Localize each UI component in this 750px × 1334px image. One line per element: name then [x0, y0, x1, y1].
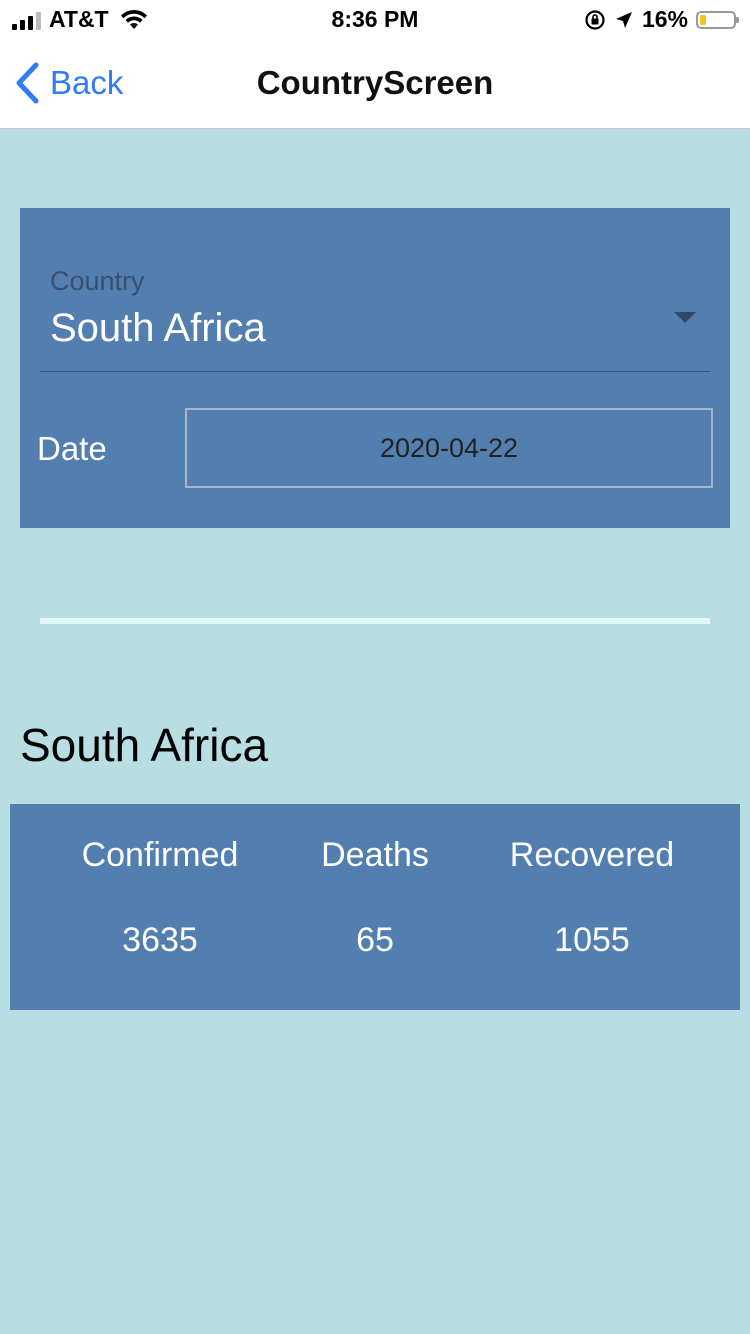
stat-confirmed: Confirmed 3635 — [60, 836, 260, 960]
country-dropdown[interactable]: Country South Africa — [40, 258, 710, 372]
stat-value: 65 — [356, 921, 394, 959]
stat-deaths: Deaths 65 — [275, 836, 475, 960]
result-country-heading: South Africa — [20, 719, 269, 771]
stats-card: Confirmed 3635 Deaths 65 Recovered 1055 — [10, 804, 740, 1010]
page-title: CountryScreen — [256, 64, 494, 101]
country-selected-value: South Africa — [50, 306, 266, 350]
status-bar: AT&T 8:36 PM 16% — [0, 0, 750, 40]
stat-value: 3635 — [122, 921, 198, 959]
stat-label: Confirmed — [81, 836, 239, 874]
stat-label: Recovered — [509, 836, 675, 874]
filter-card: Country South Africa Date 2020-04-22 — [20, 208, 730, 528]
country-label: Country — [50, 266, 145, 296]
battery-icon — [696, 10, 739, 29]
navigation-bar: Back CountryScreen — [0, 40, 750, 129]
dropdown-caret-icon — [674, 312, 696, 323]
date-label: Date — [37, 430, 107, 467]
location-arrow-icon — [615, 11, 632, 28]
stat-value: 1055 — [554, 921, 630, 959]
orientation-lock-icon — [585, 9, 605, 30]
section-divider — [40, 618, 710, 624]
stat-recovered: Recovered 1055 — [492, 836, 692, 960]
stat-label: Deaths — [321, 836, 429, 874]
status-right: 16% — [584, 6, 739, 33]
battery-percent: 16% — [641, 6, 688, 32]
date-picker-field[interactable]: 2020-04-22 — [185, 408, 713, 488]
